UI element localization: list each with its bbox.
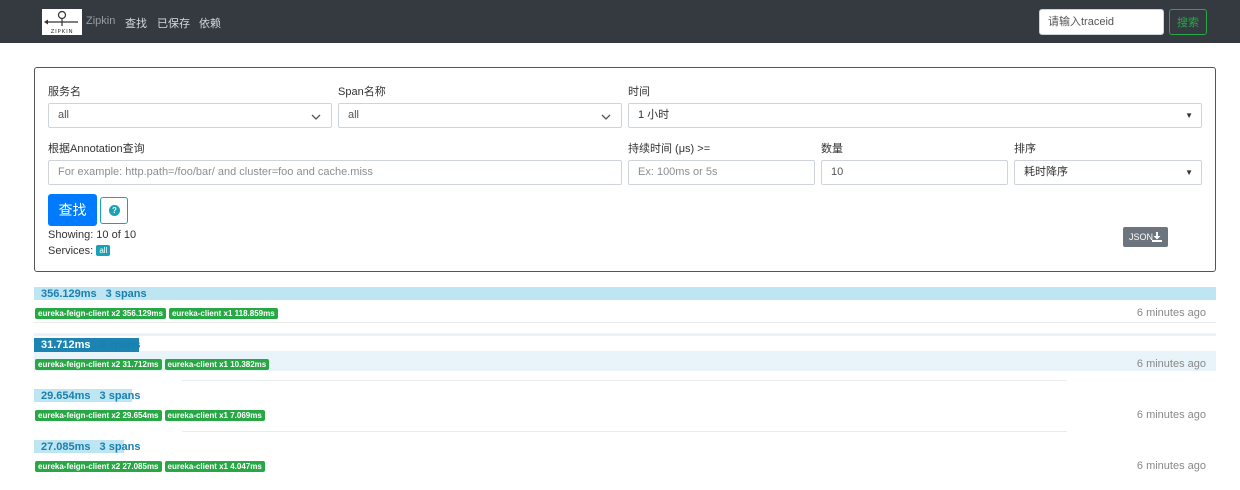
trace-span-count: 3 spans [99, 390, 141, 402]
service-tags: eureka-feign-client x2 27.085ms eureka-cl… [35, 460, 268, 472]
traceid-input[interactable] [1039, 9, 1164, 35]
trace-duration: 31.712ms [41, 339, 91, 351]
span-name-value: all [348, 109, 360, 121]
service-duration-tag[interactable]: eureka-client x1 10.382ms [164, 359, 270, 370]
row-separator [182, 380, 1067, 381]
trace-duration: 29.654ms [41, 390, 91, 402]
time-value: 1 小时 [638, 109, 670, 121]
service-duration-tag[interactable]: eureka-client x1 7.069ms [164, 410, 265, 421]
chevron-down-icon [601, 114, 611, 120]
nav-saved[interactable]: 已保存 [157, 15, 190, 31]
annotation-placeholder: For example: http.path=/foo/bar/ and clu… [58, 166, 373, 178]
service-duration-tag[interactable]: eureka-feign-client x2 29.654ms [35, 410, 162, 421]
caret-down-icon: ▼ [1185, 168, 1193, 177]
json-download-button[interactable]: JSON [1123, 227, 1168, 247]
annotation-label: 根据Annotation查询 [48, 143, 145, 155]
trace-header: 31.712ms 3 spans [41, 339, 141, 351]
question-circle-icon: ? [109, 205, 120, 216]
trace-timestamp: 6 minutes ago [1136, 358, 1206, 370]
duration-label: 持续时间 (μs) >= [628, 143, 711, 155]
service-duration-tag[interactable]: eureka-client x1 4.047ms [164, 461, 265, 472]
trace-span-count: 3 spans [99, 339, 141, 351]
trace-row[interactable]: 27.085ms 3 spans eureka-feign-client x2 27… [34, 440, 1216, 490]
service-duration-tag[interactable]: eureka-feign-client x2 27.085ms [35, 461, 162, 472]
span-name-select[interactable]: all [338, 103, 622, 128]
duration-placeholder: Ex: 100ms or 5s [638, 166, 718, 178]
json-label: JSON [1129, 232, 1154, 242]
showing-count: Showing: 10 of 10 [48, 229, 137, 241]
limit-label: 数量 [821, 143, 843, 155]
sort-label: 排序 [1014, 143, 1036, 155]
trace-duration: 356.129ms [41, 288, 97, 300]
trace-header: 29.654ms 3 spans [41, 390, 141, 402]
sort-select[interactable]: 耗时降序 ▼ [1014, 160, 1202, 185]
zipkin-logo-icon[interactable]: ZIPKIN [42, 9, 82, 35]
nav-dependencies[interactable]: 依赖 [199, 15, 221, 31]
brand-name[interactable]: Zipkin [86, 15, 115, 27]
help-button[interactable]: ? [100, 197, 128, 224]
limit-value: 10 [831, 166, 844, 178]
time-select[interactable]: 1 小时 ▼ [628, 103, 1202, 128]
time-label: 时间 [628, 86, 650, 98]
service-tags: eureka-feign-client x2 31.712ms eureka-cl… [35, 358, 272, 370]
find-button[interactable]: 查找 [48, 194, 97, 226]
chevron-down-icon [311, 114, 321, 120]
sort-value: 耗时降序 [1024, 166, 1068, 178]
trace-span-count: 3 spans [99, 441, 141, 453]
trace-timestamp: 6 minutes ago [1136, 409, 1206, 421]
service-duration-tag[interactable]: eureka-client x1 118.859ms [168, 308, 278, 319]
trace-row[interactable]: 356.129ms 3 spans eureka-feign-client x2 3… [34, 287, 1216, 337]
service-value: all [58, 109, 70, 121]
service-duration-tag[interactable]: eureka-feign-client x2 356.129ms [35, 308, 166, 319]
trace-timestamp: 6 minutes ago [1136, 460, 1206, 472]
navbar: ZIPKIN Zipkin 查找 已保存 依赖 搜索 [0, 0, 1240, 43]
search-button[interactable]: 搜索 [1169, 9, 1207, 35]
service-duration-tag[interactable]: eureka-feign-client x2 31.712ms [35, 359, 162, 370]
duration-bar [34, 287, 1216, 300]
trace-duration: 27.085ms [41, 441, 91, 453]
download-icon [1152, 232, 1162, 242]
service-tags: eureka-feign-client x2 356.129ms eureka-c… [35, 307, 281, 319]
services-row: Services: all [48, 245, 111, 257]
limit-input[interactable]: 10 [821, 160, 1008, 185]
trace-header: 27.085ms 3 spans [41, 441, 141, 453]
service-badge[interactable]: all [96, 245, 111, 256]
svg-text:ZIPKIN: ZIPKIN [51, 29, 74, 35]
service-select[interactable]: all [48, 103, 332, 128]
nav-find[interactable]: 查找 [125, 15, 147, 31]
services-label: Services: [48, 245, 94, 257]
service-tags: eureka-feign-client x2 29.654ms eureka-cl… [35, 409, 268, 421]
trace-span-count: 3 spans [105, 288, 147, 300]
row-separator [182, 431, 1067, 432]
caret-down-icon: ▼ [1185, 111, 1193, 120]
span-name-label: Span名称 [338, 86, 386, 98]
row-separator [34, 322, 1216, 323]
trace-timestamp: 6 minutes ago [1136, 307, 1206, 319]
trace-header: 356.129ms 3 spans [41, 288, 147, 300]
duration-input[interactable]: Ex: 100ms or 5s [628, 160, 815, 185]
service-label: 服务名 [48, 86, 81, 98]
annotation-input[interactable]: For example: http.path=/foo/bar/ and clu… [48, 160, 622, 185]
